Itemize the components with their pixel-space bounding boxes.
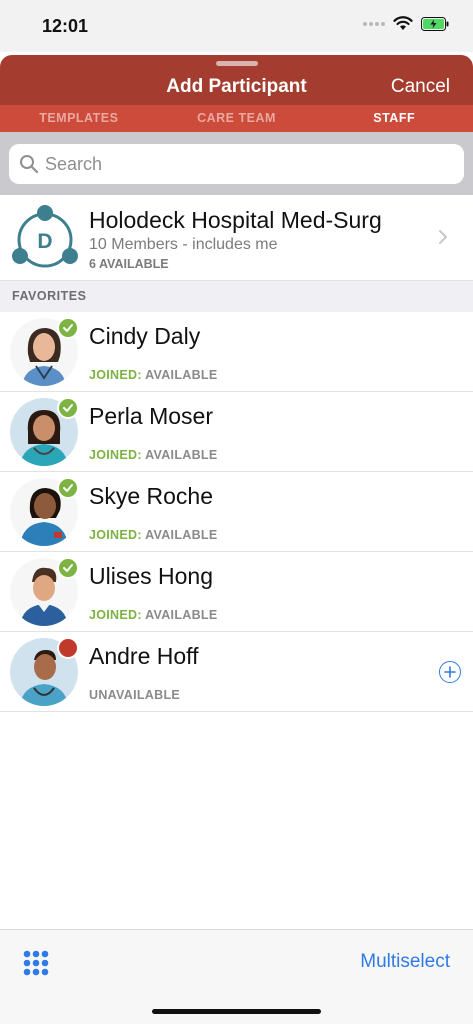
chevron-right-icon bbox=[439, 230, 447, 244]
search-input[interactable] bbox=[45, 153, 425, 175]
keypad-icon[interactable] bbox=[23, 950, 49, 976]
favorites-header: FAVORITES bbox=[0, 281, 473, 312]
tab-bar: TEMPLATES CARE TEAM STAFF bbox=[0, 105, 473, 132]
joined-label: JOINED: bbox=[89, 608, 142, 622]
availability-label: AVAILABLE bbox=[145, 528, 218, 542]
participant-status: JOINED: AVAILABLE bbox=[89, 528, 218, 542]
participant-row[interactable]: Ulises Hong JOINED: AVAILABLE bbox=[0, 552, 473, 632]
add-icon[interactable] bbox=[439, 661, 461, 683]
participant-row[interactable]: Cindy Daly JOINED: AVAILABLE bbox=[0, 312, 473, 392]
group-row[interactable]: D Holodeck Hospital Med-Surg 10 Members … bbox=[0, 195, 473, 281]
available-badge-icon bbox=[57, 317, 79, 339]
group-icon: D bbox=[12, 205, 78, 268]
availability-label: AVAILABLE bbox=[145, 608, 218, 622]
participant-status: JOINED: AVAILABLE bbox=[89, 448, 218, 462]
participant-name: Perla Moser bbox=[89, 403, 213, 429]
available-badge-icon bbox=[57, 397, 79, 419]
home-indicator[interactable] bbox=[152, 1009, 321, 1014]
sheet-grabber[interactable] bbox=[216, 61, 258, 66]
unavailable-badge-icon bbox=[57, 637, 79, 659]
availability-label: AVAILABLE bbox=[145, 448, 218, 462]
tab-staff[interactable]: STAFF bbox=[315, 105, 473, 132]
participant-status: UNAVAILABLE bbox=[89, 688, 181, 702]
participant-name: Skye Roche bbox=[89, 483, 214, 509]
participant-status: JOINED: AVAILABLE bbox=[89, 368, 218, 382]
cellular-signal-icon bbox=[363, 21, 385, 26]
search-bar bbox=[0, 132, 473, 195]
group-initial: D bbox=[37, 230, 52, 253]
participant-row[interactable]: Perla Moser JOINED: AVAILABLE bbox=[0, 392, 473, 472]
group-available-count: 6 AVAILABLE bbox=[89, 257, 169, 271]
available-badge-icon bbox=[57, 477, 79, 499]
available-badge-icon bbox=[57, 557, 79, 579]
participant-name: Ulises Hong bbox=[89, 563, 213, 589]
participant-name: Cindy Daly bbox=[89, 323, 201, 349]
availability-label: AVAILABLE bbox=[145, 368, 218, 382]
cancel-button[interactable]: Cancel bbox=[391, 76, 450, 98]
group-name: Holodeck Hospital Med-Surg bbox=[89, 207, 382, 233]
battery-icon bbox=[421, 16, 449, 31]
multiselect-button[interactable]: Multiselect bbox=[360, 951, 450, 973]
status-icons bbox=[363, 16, 449, 31]
participant-name: Andre Hoff bbox=[89, 643, 199, 669]
joined-label: JOINED: bbox=[89, 528, 142, 542]
participant-row[interactable]: Skye Roche JOINED: AVAILABLE bbox=[0, 472, 473, 552]
participant-row[interactable]: Andre Hoff UNAVAILABLE bbox=[0, 632, 473, 712]
status-time: 12:01 bbox=[42, 16, 89, 36]
wifi-icon bbox=[393, 16, 413, 30]
group-members: 10 Members - includes me bbox=[89, 236, 278, 253]
joined-label: JOINED: bbox=[89, 368, 142, 382]
search-icon bbox=[20, 155, 39, 174]
tab-templates[interactable]: TEMPLATES bbox=[0, 105, 158, 132]
add-participant-sheet: Add Participant Cancel TEMPLATES CARE TE… bbox=[0, 55, 473, 1024]
nav-bar: Add Participant Cancel bbox=[0, 55, 473, 105]
status-bar: 12:01 bbox=[0, 0, 473, 52]
joined-label: JOINED: bbox=[89, 448, 142, 462]
search-box[interactable] bbox=[9, 144, 464, 184]
bottom-toolbar: Multiselect bbox=[0, 929, 473, 1024]
tab-care-team[interactable]: CARE TEAM bbox=[158, 105, 316, 132]
participant-status: JOINED: AVAILABLE bbox=[89, 608, 218, 622]
